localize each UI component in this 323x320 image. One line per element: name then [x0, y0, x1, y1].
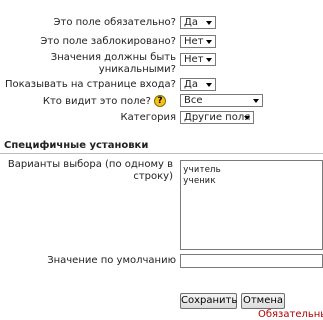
category-select-value: Другие поля	[184, 112, 251, 123]
save-button[interactable]: Сохранить	[180, 293, 237, 309]
field-label-required: Это поле обязательно?	[53, 17, 176, 28]
required-select[interactable]: Да	[180, 16, 216, 29]
section-divider	[0, 153, 323, 154]
cancel-button[interactable]: Отмена	[241, 293, 285, 309]
field-label-locked: Это поле заблокировано?	[40, 36, 176, 47]
question-help-icon[interactable]: ?	[154, 95, 166, 107]
chevron-down-icon	[206, 83, 212, 87]
locked-select[interactable]: Нет	[180, 35, 216, 48]
field-label-choices: Варианты выбора (по одному в строку)	[8, 159, 173, 183]
required-select-value: Да	[184, 17, 198, 28]
unique-select[interactable]: Нет	[180, 53, 216, 66]
visibility-select[interactable]: Все	[180, 94, 263, 107]
field-label-signup: Показывать на странице входа?	[4, 79, 176, 90]
signup-select[interactable]: Да	[180, 78, 216, 91]
choices-textarea[interactable]: учитель ученик	[180, 160, 323, 250]
field-label-choices-line1: Варианты выбора (по одному в	[7, 159, 173, 170]
signup-select-value: Да	[184, 79, 198, 90]
field-label-category: Категория	[120, 112, 176, 123]
chevron-down-icon	[206, 58, 212, 62]
chevron-down-icon	[206, 40, 212, 44]
field-label-choices-line2: строку)	[133, 171, 173, 182]
visibility-select-value: Все	[184, 95, 203, 106]
chevron-down-icon	[206, 21, 212, 25]
locked-select-value: Нет	[184, 36, 204, 47]
chevron-down-icon	[244, 116, 250, 120]
default-value-input[interactable]	[180, 254, 323, 268]
field-label-visibility: Кто видит это поле?	[42, 96, 151, 107]
field-label-unique: Значения должны быть уникальными?	[51, 52, 176, 76]
section-title: Специфичные установки	[4, 140, 149, 151]
field-label-default: Значение по умолчанию	[47, 255, 176, 266]
chevron-down-icon	[253, 99, 259, 103]
field-label-unique-line2: уникальными?	[98, 64, 176, 75]
unique-select-value: Нет	[184, 54, 204, 65]
field-label-unique-line1: Значения должны быть	[50, 52, 176, 63]
required-note: Обязательные	[258, 309, 323, 320]
category-select[interactable]: Другие поля	[180, 111, 254, 124]
